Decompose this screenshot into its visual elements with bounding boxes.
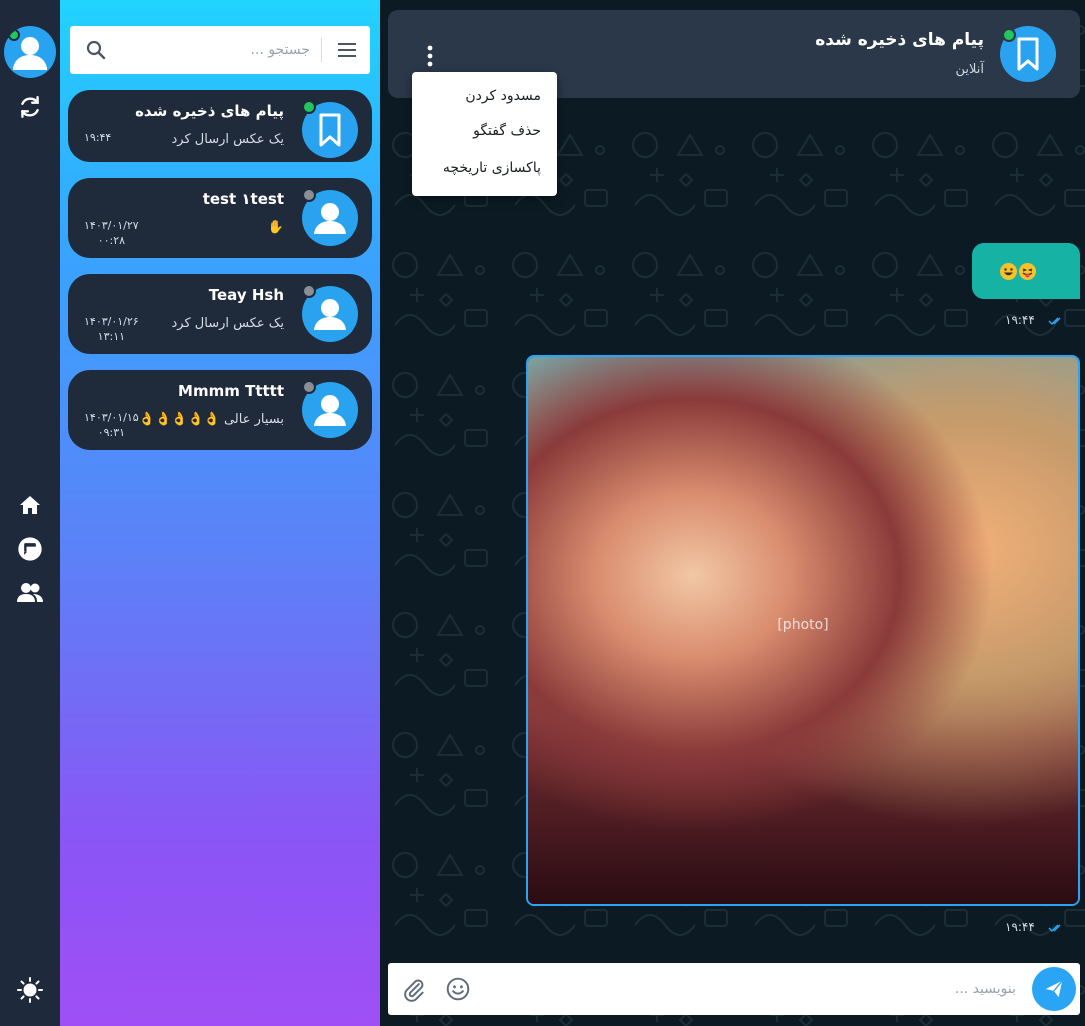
chat-name: test‏۱ test (202, 190, 284, 208)
profile-avatar[interactable] (4, 26, 56, 78)
online-status-dot (1002, 28, 1016, 42)
message-time: ۱۹:۴۴ (1005, 313, 1035, 327)
search-input[interactable] (110, 34, 310, 66)
chats-icon[interactable] (15, 534, 45, 564)
more-options-icon[interactable] (424, 44, 436, 68)
offline-status-dot (302, 284, 316, 298)
chat-name: Teay Hsh (208, 286, 284, 304)
send-button[interactable] (1032, 967, 1076, 1011)
send-icon (1045, 980, 1063, 998)
search-icon[interactable] (84, 38, 108, 62)
refresh-icon[interactable] (15, 92, 45, 122)
chat-date: ۱۴۰۳/۰۱/۲۷ ۰۰:۲۸ (84, 219, 139, 247)
chat-preview: ✋ (267, 220, 284, 235)
menu-item-delete-chat[interactable]: حذف گفتگو (473, 123, 541, 139)
nav-rail (0, 0, 60, 1026)
offline-status-dot (302, 380, 316, 394)
message-image[interactable]: [photo] (526, 355, 1080, 906)
menu-item-clear-history[interactable]: پاکسازی تاریخچه (443, 160, 541, 176)
chat-status: آنلاین (955, 62, 984, 77)
message-input[interactable] (476, 973, 1016, 1005)
online-status-dot (8, 29, 20, 41)
grinning-face-icon (1000, 262, 1017, 280)
offline-status-dot (302, 188, 316, 202)
search-bar (70, 26, 370, 74)
chat-name: Mmmm Ttttt (178, 382, 284, 400)
menu-icon[interactable] (336, 40, 358, 60)
chat-item[interactable]: test‏۱ test ✋ ۱۴۰۳/۰۱/۲۷ ۰۰:۲۸ (68, 178, 372, 258)
chat-preview: یک عکس ارسال کرد (171, 132, 285, 147)
chat-item[interactable]: Teay Hsh یک عکس ارسال کرد ۱۴۰۳/۰۱/۲۶ ۱۳:۱… (68, 274, 372, 354)
message-composer (388, 963, 1080, 1015)
emoji-icon[interactable] (445, 976, 471, 1002)
double-check-icon (1048, 317, 1061, 326)
chat-time: ۱۹:۴۴ (84, 131, 112, 144)
theme-icon[interactable] (15, 975, 45, 1005)
chat-item-saved-messages[interactable]: پیام های ذخیره شده یک عکس ارسال کرد ۱۹:۴… (68, 90, 372, 162)
double-check-icon (1048, 924, 1061, 933)
chat-date: ۱۴۰۳/۰۱/۱۵ ۰۹:۳۱ (84, 411, 139, 439)
contacts-icon[interactable] (15, 578, 45, 608)
chat-item[interactable]: Mmmm Ttttt بسیار عالی 👌👌👌👌👌 ۱۴۰۳/۰۱/۱۵ ۰۹… (68, 370, 372, 450)
chat-title: پیام های ذخیره شده (815, 30, 984, 50)
tongue-face-icon (1019, 262, 1036, 280)
message-time: ۱۹:۴۴ (1005, 920, 1035, 934)
online-status-dot (302, 100, 316, 114)
chat-list-panel: پیام های ذخیره شده یک عکس ارسال کرد ۱۹:۴… (60, 0, 380, 1026)
menu-item-block[interactable]: مسدود کردن (465, 88, 541, 104)
image-placeholder-label: [photo] (777, 617, 829, 633)
home-icon[interactable] (15, 490, 45, 520)
chat-date: ۱۴۰۳/۰۱/۲۶ ۱۳:۱۱ (84, 315, 139, 343)
chat-options-menu: مسدود کردن حذف گفتگو پاکسازی تاریخچه (412, 72, 557, 196)
message-bubble-emoji[interactable] (972, 243, 1080, 299)
chat-preview: بسیار عالی 👌👌👌👌👌 (138, 412, 284, 427)
attach-icon[interactable] (401, 977, 427, 1003)
search-divider (321, 38, 322, 62)
chat-name: پیام های ذخیره شده (135, 102, 284, 120)
chat-preview: یک عکس ارسال کرد (171, 316, 285, 331)
